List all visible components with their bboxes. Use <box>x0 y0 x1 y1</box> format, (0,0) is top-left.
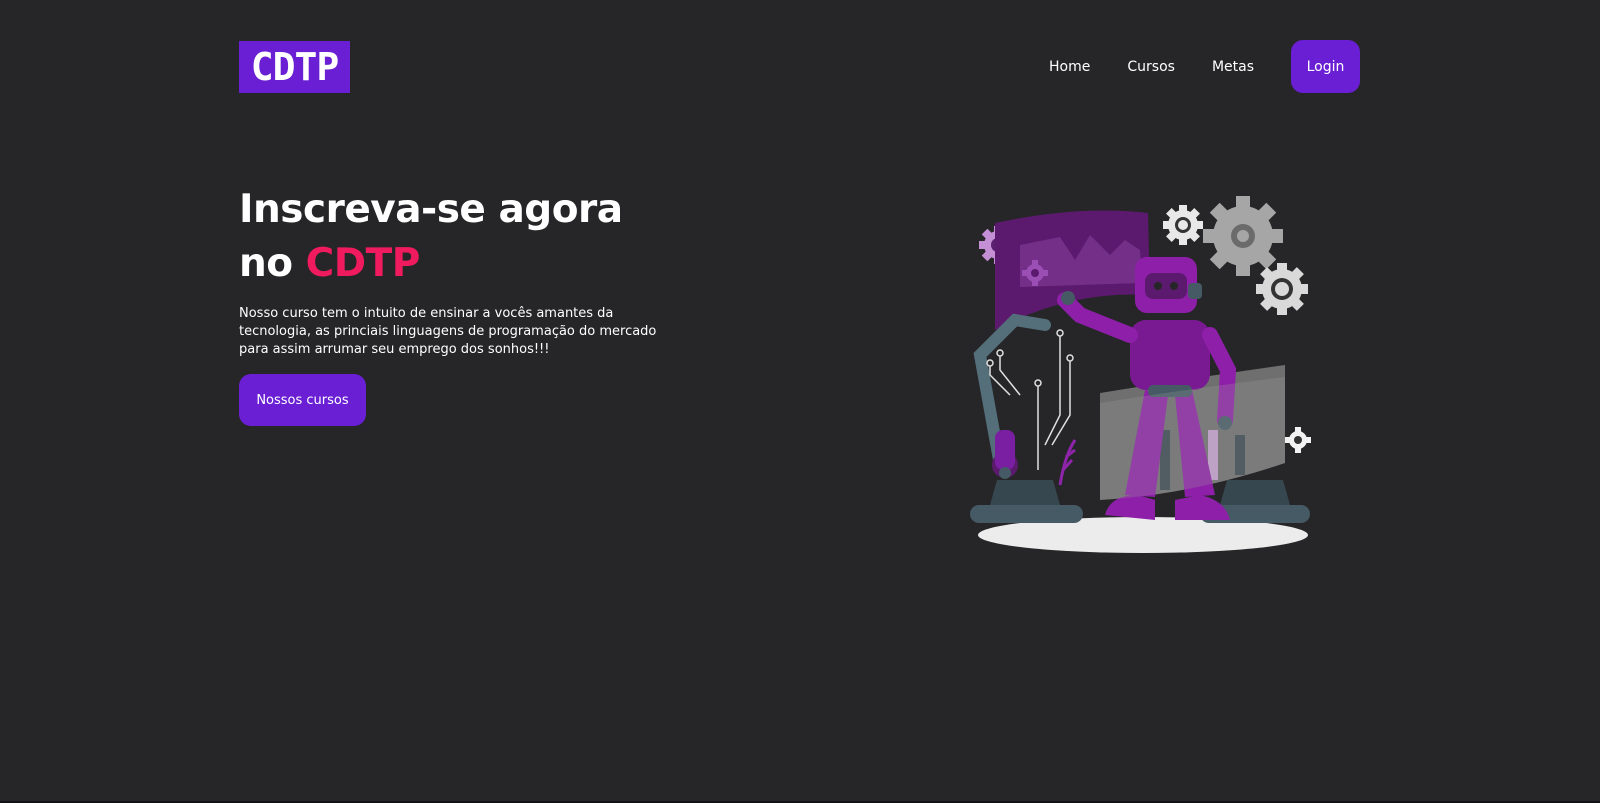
hero-section: Inscreva-se agora no CDTP Nosso curso te… <box>239 183 699 426</box>
hero-title: Inscreva-se agora no CDTP <box>239 183 699 291</box>
login-button[interactable]: Login <box>1291 40 1360 93</box>
courses-button[interactable]: Nossos cursos <box>239 374 366 426</box>
robot-illustration <box>960 195 1320 565</box>
nav-link-home[interactable]: Home <box>1049 59 1090 75</box>
logo[interactable]: CDTP <box>239 41 350 93</box>
nav-link-metas[interactable]: Metas <box>1212 59 1254 75</box>
hero-description: Nosso curso tem o intuito de ensinar a v… <box>239 306 657 357</box>
nav-link-cursos[interactable]: Cursos <box>1127 59 1175 75</box>
main-nav: Home Cursos Metas Login <box>1049 40 1360 93</box>
hero-title-prefix: no <box>239 241 293 286</box>
robot-programming-illustration <box>970 196 1311 553</box>
site-header: CDTP Home Cursos Metas Login <box>239 40 1360 93</box>
hero-title-accent: CDTP <box>305 241 421 286</box>
hero-title-line1: Inscreva-se agora <box>239 187 623 232</box>
